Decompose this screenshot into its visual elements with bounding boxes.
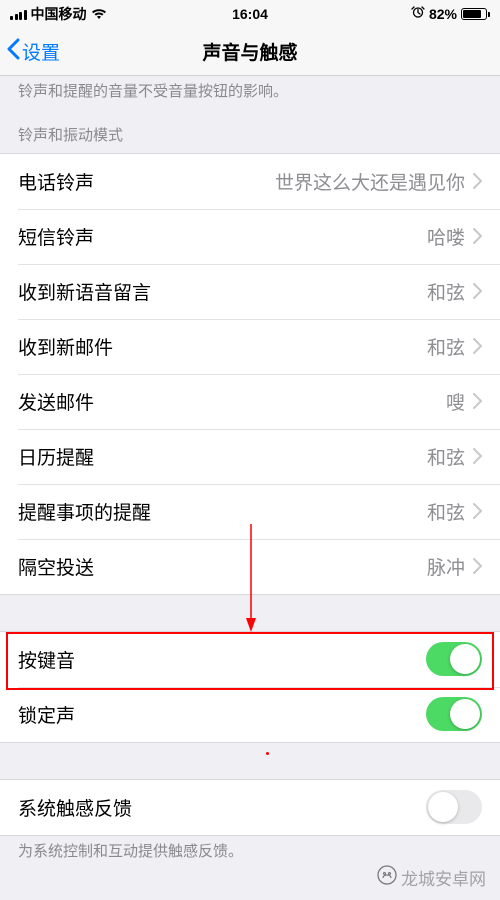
chevron-right-icon: [473, 173, 482, 189]
haptics-group: 系统触感反馈: [0, 779, 500, 836]
watermark-text: 龙城安卓网: [401, 865, 486, 890]
battery-icon: [461, 8, 490, 20]
sound-patterns-group: 电话铃声 世界这么大还是遇见你 短信铃声 哈喽 收到新语音留言 和弦 收到新邮件…: [0, 153, 500, 595]
watermark-logo-icon: [377, 865, 397, 890]
chevron-right-icon: [473, 448, 482, 464]
row-airdrop[interactable]: 隔空投送 脉冲: [0, 539, 500, 594]
row-label: 系统触感反馈: [18, 794, 132, 821]
row-lock-sound: 锁定声: [0, 687, 500, 742]
row-label: 按键音: [18, 646, 75, 673]
row-reminder-alerts[interactable]: 提醒事项的提醒 和弦: [0, 484, 500, 539]
toggle-lock-sound[interactable]: [426, 697, 482, 731]
status-bar: 中国移动 16:04 82%: [0, 0, 500, 28]
row-calendar-alerts[interactable]: 日历提醒 和弦: [0, 429, 500, 484]
row-label: 短信铃声: [18, 223, 94, 250]
watermark: 龙城安卓网: [377, 865, 486, 890]
row-label: 发送邮件: [18, 388, 94, 415]
back-button[interactable]: 设置: [6, 38, 60, 66]
row-label: 隔空投送: [18, 553, 94, 580]
chevron-right-icon: [473, 338, 482, 354]
section-header-sounds: 铃声和振动模式: [0, 110, 500, 153]
row-sent-mail[interactable]: 发送邮件 嗖: [0, 374, 500, 429]
row-value: 哈喽: [94, 223, 465, 250]
key-sounds-group: 按键音 锁定声: [0, 631, 500, 743]
chevron-right-icon: [473, 228, 482, 244]
chevron-left-icon: [6, 38, 20, 66]
annotation-dot-icon: [266, 752, 269, 755]
haptics-note: 为系统控制和互动提供触感反馈。: [0, 836, 500, 870]
volume-button-note: 铃声和提醒的音量不受音量按钮的影响。: [0, 76, 500, 110]
row-value: 嗖: [94, 388, 465, 415]
row-value: 脉冲: [94, 553, 465, 580]
row-ringtone[interactable]: 电话铃声 世界这么大还是遇见你: [0, 154, 500, 209]
clock: 16:04: [0, 6, 500, 22]
row-new-mail[interactable]: 收到新邮件 和弦: [0, 319, 500, 374]
row-label: 收到新语音留言: [18, 278, 151, 305]
chevron-right-icon: [473, 283, 482, 299]
row-text-tone[interactable]: 短信铃声 哈喽: [0, 209, 500, 264]
back-label: 设置: [22, 38, 60, 65]
toggle-keyboard-clicks[interactable]: [426, 642, 482, 676]
row-label: 日历提醒: [18, 443, 94, 470]
row-keyboard-clicks: 按键音: [0, 632, 500, 687]
row-value: 和弦: [94, 443, 465, 470]
row-label: 锁定声: [18, 701, 75, 728]
row-label: 收到新邮件: [18, 333, 113, 360]
row-new-voicemail[interactable]: 收到新语音留言 和弦: [0, 264, 500, 319]
chevron-right-icon: [473, 503, 482, 519]
row-label: 电话铃声: [18, 168, 94, 195]
page-title: 声音与触感: [8, 38, 492, 65]
chevron-right-icon: [473, 558, 482, 574]
row-value: 和弦: [151, 498, 465, 525]
content-scroll[interactable]: 铃声和提醒的音量不受音量按钮的影响。 铃声和振动模式 电话铃声 世界这么大还是遇…: [0, 76, 500, 900]
toggle-system-haptics[interactable]: [426, 790, 482, 824]
row-value: 和弦: [113, 333, 465, 360]
chevron-right-icon: [473, 393, 482, 409]
nav-bar: 设置 声音与触感: [0, 28, 500, 76]
row-value: 和弦: [151, 278, 465, 305]
row-system-haptics: 系统触感反馈: [0, 780, 500, 835]
row-value: 世界这么大还是遇见你: [94, 168, 465, 195]
row-label: 提醒事项的提醒: [18, 498, 151, 525]
